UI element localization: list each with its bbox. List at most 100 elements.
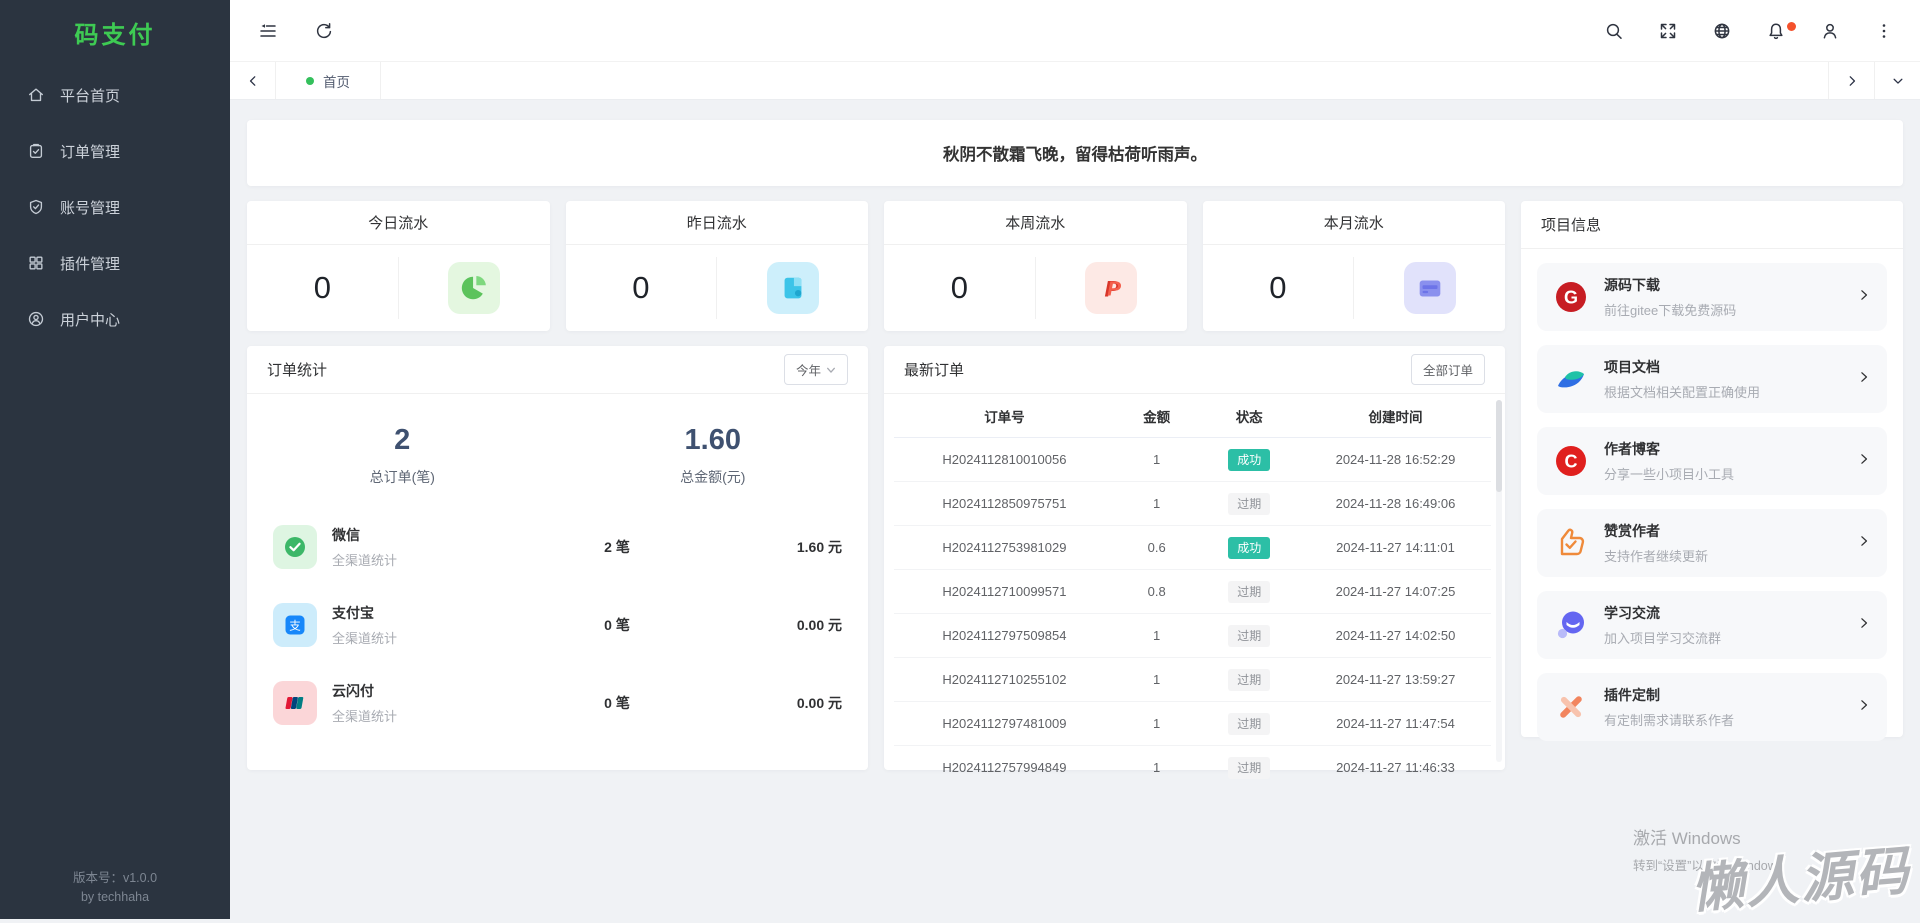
project-item-source-download[interactable]: G 源码下载 前往gitee下载免费源码 — [1537, 263, 1887, 331]
sidebar-item-home[interactable]: 平台首页 — [0, 72, 230, 118]
scrollbar-thumb[interactable] — [1496, 400, 1502, 492]
sidebar-item-user-center[interactable]: 用户中心 — [0, 296, 230, 342]
project-item-donate[interactable]: 赞赏作者 支持作者继续更新 — [1537, 509, 1887, 577]
docs-icon — [1553, 361, 1589, 397]
order-amount: 1 — [1115, 482, 1199, 526]
status-badge: 过期 — [1228, 669, 1270, 691]
channel-amount: 0.00 元 — [692, 693, 842, 713]
project-item-learning-group[interactable]: 学习交流 加入项目学习交流群 — [1537, 591, 1887, 659]
order-no: H2024112710255102 — [894, 658, 1115, 702]
more-vertical-icon[interactable] — [1874, 21, 1894, 41]
range-select[interactable]: 今年 — [784, 354, 848, 385]
project-item-desc: 支持作者继续更新 — [1604, 546, 1857, 565]
panel-title: 最新订单 — [904, 359, 964, 380]
svg-text:C: C — [1565, 452, 1578, 472]
channel-name[interactable]: 微信 — [332, 525, 542, 545]
project-item-plugin-custom[interactable]: 插件定制 有定制需求请联系作者 — [1537, 673, 1887, 741]
sidebar: 码支付 平台首页 订单管理 账号管理 插件管理 用户中心 版本号：v1.0.0 … — [0, 0, 230, 919]
search-icon[interactable] — [1604, 21, 1624, 41]
status-badge: 成功 — [1228, 537, 1270, 559]
order-clipboard-icon — [27, 142, 45, 160]
table-row: H20241127539810290.6成功2024-11-27 14:11:0… — [894, 526, 1491, 570]
order-time: 2024-11-27 14:11:01 — [1300, 526, 1491, 570]
channel-name[interactable]: 云闪付 — [332, 681, 542, 701]
orders-scrollbar[interactable] — [1496, 400, 1502, 762]
version-text: 版本号：v1.0.0 — [0, 869, 230, 888]
alipay-icon: 支 — [273, 603, 317, 647]
status-badge: 过期 — [1228, 581, 1270, 603]
content-area: 秋阴不散霜飞晚，留得枯荷听雨声。 今日流水 0 — [230, 100, 1920, 770]
project-item-title: 插件定制 — [1604, 685, 1857, 705]
chevron-down-icon — [826, 365, 836, 375]
daily-quote-text: 秋阴不散霜飞晚，留得枯荷听雨声。 — [943, 141, 1207, 165]
collapse-menu-icon[interactable] — [258, 21, 278, 41]
sidebar-item-orders[interactable]: 订单管理 — [0, 128, 230, 174]
user-icon[interactable] — [1820, 21, 1840, 41]
total-amount-value: 1.60 — [558, 424, 869, 457]
project-item-docs[interactable]: 项目文档 根据文档相关配置正确使用 — [1537, 345, 1887, 413]
bank-card-icon — [1404, 262, 1456, 314]
view-all-orders-button[interactable]: 全部订单 — [1411, 354, 1485, 385]
status-badge: 过期 — [1228, 757, 1270, 779]
app-logo: 码支付 — [0, 0, 230, 64]
daily-quote-banner: 秋阴不散霜飞晚，留得枯荷听雨声。 — [247, 120, 1903, 186]
order-amount: 0.6 — [1115, 526, 1199, 570]
channel-amount: 0.00 元 — [692, 615, 842, 635]
sidebar-item-label: 平台首页 — [60, 85, 120, 106]
tabs-menu-button[interactable] — [1874, 62, 1920, 99]
header-bar — [230, 0, 1920, 62]
stat-title: 本周流水 — [884, 201, 1187, 245]
bell-icon[interactable] — [1766, 21, 1786, 41]
stat-value: 0 — [247, 270, 398, 306]
sidebar-item-plugins[interactable]: 插件管理 — [0, 240, 230, 286]
refresh-icon[interactable] — [314, 21, 334, 41]
project-item-title: 赞赏作者 — [1604, 521, 1857, 541]
order-amount: 1 — [1115, 658, 1199, 702]
sidebar-item-label: 用户中心 — [60, 309, 120, 330]
project-item-desc: 前往gitee下载免费源码 — [1604, 300, 1857, 319]
stat-title: 昨日流水 — [566, 201, 869, 245]
status-badge: 过期 — [1228, 713, 1270, 735]
tabs-scroll-right-button[interactable] — [1828, 62, 1874, 99]
tab-home[interactable]: 首页 — [276, 62, 381, 99]
sidebar-footer: 版本号：v1.0.0 by techhaha — [0, 869, 230, 907]
sidebar-item-accounts[interactable]: 账号管理 — [0, 184, 230, 230]
sidebar-item-label: 订单管理 — [60, 141, 120, 162]
channel-row-alipay: 支 支付宝 全渠道统计 0 笔 0.00 元 — [273, 597, 842, 653]
status-badge: 成功 — [1228, 449, 1270, 471]
stat-value: 0 — [1203, 270, 1354, 306]
stat-value: 0 — [884, 270, 1035, 306]
order-no: H2024112797509854 — [894, 614, 1115, 658]
header-right — [1570, 21, 1894, 41]
user-center-icon — [27, 310, 45, 328]
table-row: H20241127975098541过期2024-11-27 14:02:50 — [894, 614, 1491, 658]
main-area: 首页 秋阴不散霜飞晚，留得枯荷听雨声。 今日流水 0 — [230, 0, 1920, 919]
project-item-title: 项目文档 — [1604, 357, 1857, 377]
project-item-desc: 有定制需求请联系作者 — [1604, 710, 1857, 729]
order-time: 2024-11-27 14:02:50 — [1300, 614, 1491, 658]
project-item-author-blog[interactable]: C 作者博客 分享一些小项目小工具 — [1537, 427, 1887, 495]
tabs-scroll-left-button[interactable] — [230, 62, 276, 99]
panel-title: 项目信息 — [1541, 214, 1601, 235]
chat-group-icon — [1553, 607, 1589, 643]
tab-bar: 首页 — [230, 62, 1920, 100]
gitee-icon: G — [1553, 279, 1589, 315]
table-row: H20241127974810091过期2024-11-27 11:47:54 — [894, 702, 1491, 746]
channel-name[interactable]: 支付宝 — [332, 603, 542, 623]
channel-count: 0 笔 — [542, 693, 692, 713]
globe-icon[interactable] — [1712, 21, 1732, 41]
order-time: 2024-11-27 14:07:25 — [1300, 570, 1491, 614]
stat-card-month: 本月流水 0 — [1203, 201, 1506, 331]
col-created: 创建时间 — [1300, 394, 1491, 438]
table-row: H20241127100995710.8过期2024-11-27 14:07:2… — [894, 570, 1491, 614]
like-icon — [1553, 525, 1589, 561]
fullscreen-icon[interactable] — [1658, 21, 1678, 41]
account-shield-icon — [27, 198, 45, 216]
header-left — [258, 21, 370, 41]
paypal-icon: PP — [1085, 262, 1137, 314]
tabbar-spacer — [381, 62, 1828, 99]
order-amount: 1 — [1115, 614, 1199, 658]
chevron-right-icon — [1857, 534, 1871, 553]
order-amount: 1 — [1115, 702, 1199, 746]
svg-text:支: 支 — [289, 619, 301, 632]
